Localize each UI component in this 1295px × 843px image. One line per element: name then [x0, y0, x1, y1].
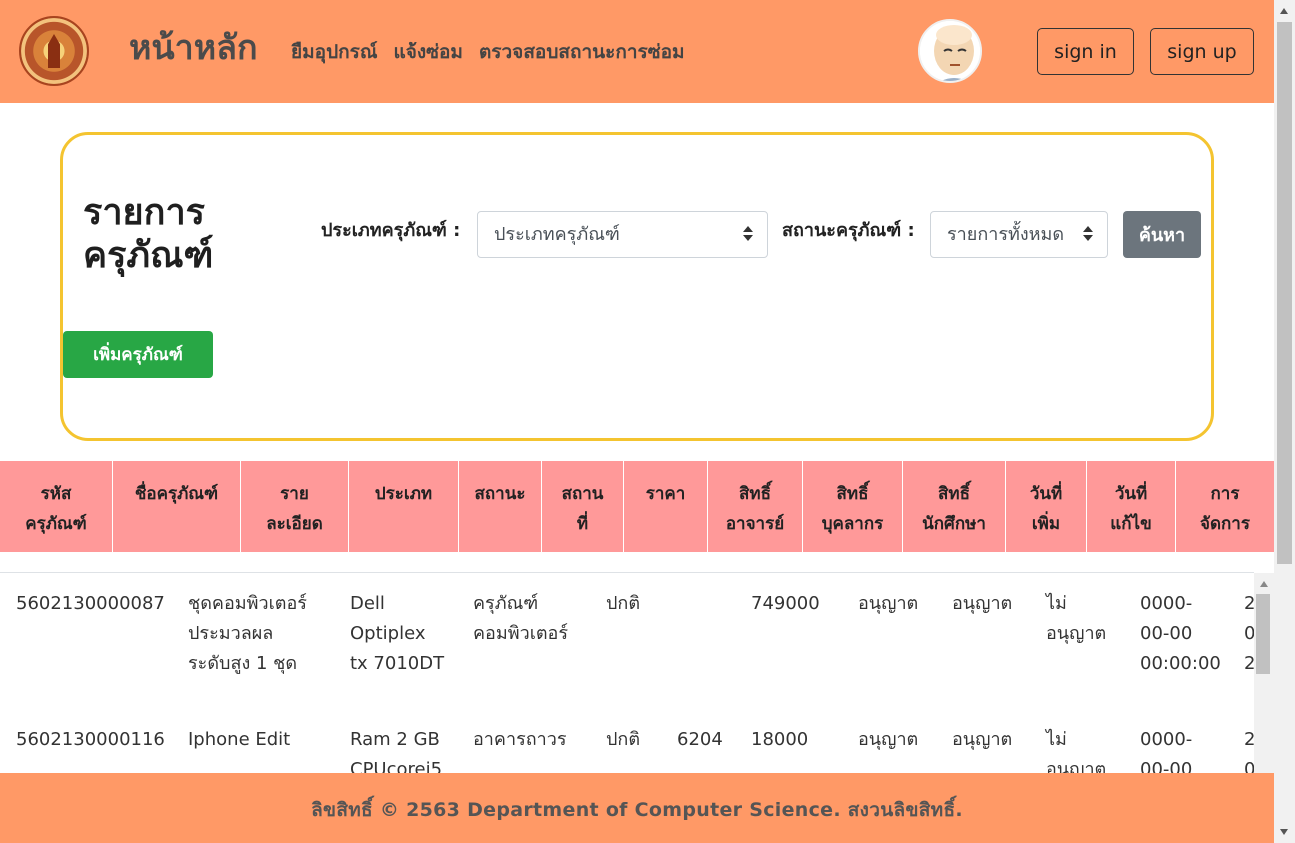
- sign-up-button[interactable]: sign up: [1150, 28, 1254, 75]
- cell-teacher-right: อนุญาต: [858, 593, 919, 614]
- column-header-staff-right: สิทธิ์ บุคลากร: [803, 461, 903, 552]
- cell-date-edited: 2 0: [1244, 729, 1254, 773]
- cell-type: อาคารถาวร: [473, 729, 567, 750]
- user-avatar[interactable]: [918, 19, 982, 83]
- cell-student-right: ไม่ อนุญาต: [1046, 729, 1107, 773]
- page-scrollbar-thumb[interactable]: [1277, 22, 1292, 564]
- table-body: 5602130000087 ชุดคอมพิวเตอร์ ประมวลผล ระ…: [0, 573, 1254, 773]
- footer: ลิขสิทธิ์ © 2563 Department of Computer …: [0, 773, 1274, 843]
- select-arrows-icon: [743, 226, 753, 242]
- search-button[interactable]: ค้นหา: [1123, 211, 1201, 258]
- cell-type: ครุภัณฑ์ คอมพิวเตอร์: [473, 593, 569, 644]
- table-scrollbar[interactable]: [1254, 573, 1274, 773]
- cell-price: 18000: [751, 729, 809, 750]
- cell-date-added: 0000- 00-00 00:00:00: [1140, 593, 1221, 674]
- cell-status: ปกติ: [606, 729, 641, 750]
- cell-staff-right: อนุญาต: [952, 729, 1013, 750]
- table-header: รหัส ครุภัณฑ์ ชื่อครุภัณฑ์ ราย ละเอียด ป…: [0, 461, 1274, 552]
- column-header-date-added: วันที่ เพิ่ม: [1006, 461, 1087, 552]
- cell-code: 5602130000116: [16, 729, 165, 750]
- column-header-date-edited: วันที่ แก้ไข: [1087, 461, 1176, 552]
- scroll-up-arrow-icon[interactable]: [1260, 581, 1268, 587]
- page-scrollbar[interactable]: [1274, 0, 1295, 843]
- column-header-code: รหัส ครุภัณฑ์: [0, 461, 113, 552]
- nav-link-borrow[interactable]: ยืมอุปกรณ์: [291, 38, 377, 66]
- column-header-type: ประเภท: [349, 461, 459, 552]
- sign-in-button[interactable]: sign in: [1037, 28, 1134, 75]
- column-header-price: ราคา: [624, 461, 708, 552]
- navbar: หน้าหลัก ยืมอุปกรณ์ แจ้งซ่อม ตรวจสอบสถาน…: [0, 0, 1274, 103]
- cell-name: ชุดคอมพิวเตอร์ ประมวลผล ระดับสูง 1 ชุด: [188, 593, 307, 674]
- cell-date-edited: 2 0 2: [1244, 593, 1254, 674]
- table-scrollbar-thumb[interactable]: [1256, 594, 1270, 674]
- column-header-teacher-right: สิทธิ์ อาจารย์: [708, 461, 803, 552]
- column-header-status: สถานะ: [459, 461, 542, 552]
- type-filter-value: ประเภทครุภัณฑ์: [494, 224, 620, 245]
- brand-home-link[interactable]: หน้าหลัก: [129, 26, 258, 70]
- cell-detail: Ram 2 GB CPUcorei5: [350, 729, 443, 773]
- status-filter-label: สถานะครุภัณฑ์ :: [782, 220, 915, 241]
- column-header-student-right: สิทธิ์ นักศึกษา: [903, 461, 1006, 552]
- status-filter-select[interactable]: รายการทั้งหมด: [930, 211, 1108, 258]
- cell-staff-right: อนุญาต: [952, 593, 1013, 614]
- column-header-place: สถาน ที่: [542, 461, 624, 552]
- cell-student-right: ไม่ อนุญาต: [1046, 593, 1107, 644]
- cell-place: 6204: [677, 729, 723, 750]
- cell-detail: Dell Optiplex tx 7010DT: [350, 593, 445, 674]
- column-header-detail: ราย ละเอียด: [241, 461, 349, 552]
- footer-copyright: ลิขสิทธิ์ © 2563 Department of Computer …: [311, 799, 963, 821]
- column-header-actions: การ จัดการ: [1200, 484, 1250, 534]
- table-row[interactable]: 5602130000116 Iphone Edit Ram 2 GB CPUco…: [0, 725, 1254, 773]
- cell-price: 749000: [751, 593, 820, 614]
- scroll-up-arrow-icon[interactable]: [1280, 8, 1288, 14]
- cell-status: ปกติ: [606, 593, 641, 614]
- cell-date-added: 0000- 00-00: [1140, 729, 1193, 773]
- avatar-face-icon: [920, 21, 980, 81]
- column-header-name: ชื่อครุภัณฑ์: [113, 461, 241, 552]
- cell-teacher-right: อนุญาต: [858, 729, 919, 750]
- select-arrows-icon: [1083, 226, 1093, 242]
- cell-name: Iphone Edit: [188, 729, 291, 750]
- search-card: รายการครุภัณฑ์ ประเภทครุภัณฑ์ : ประเภทคร…: [60, 132, 1214, 441]
- nav-links: ยืมอุปกรณ์ แจ้งซ่อม ตรวจสอบสถานะการซ่อม: [291, 38, 685, 66]
- table-row[interactable]: 5602130000087 ชุดคอมพิวเตอร์ ประมวลผล ระ…: [0, 589, 1254, 709]
- faculty-logo[interactable]: [19, 16, 89, 86]
- cell-code: 5602130000087: [16, 593, 165, 614]
- type-filter-label: ประเภทครุภัณฑ์ :: [321, 220, 461, 241]
- type-filter-select[interactable]: ประเภทครุภัณฑ์: [477, 211, 768, 258]
- nav-link-report-repair[interactable]: แจ้งซ่อม: [393, 38, 463, 66]
- status-filter-value: รายการทั้งหมด: [947, 224, 1065, 245]
- page-title: รายการครุภัณฑ์: [83, 192, 214, 276]
- add-equipment-button[interactable]: เพิ่มครุภัณฑ์: [63, 331, 213, 378]
- scroll-down-arrow-icon[interactable]: [1280, 829, 1288, 835]
- nav-link-repair-status[interactable]: ตรวจสอบสถานะการซ่อม: [479, 38, 685, 66]
